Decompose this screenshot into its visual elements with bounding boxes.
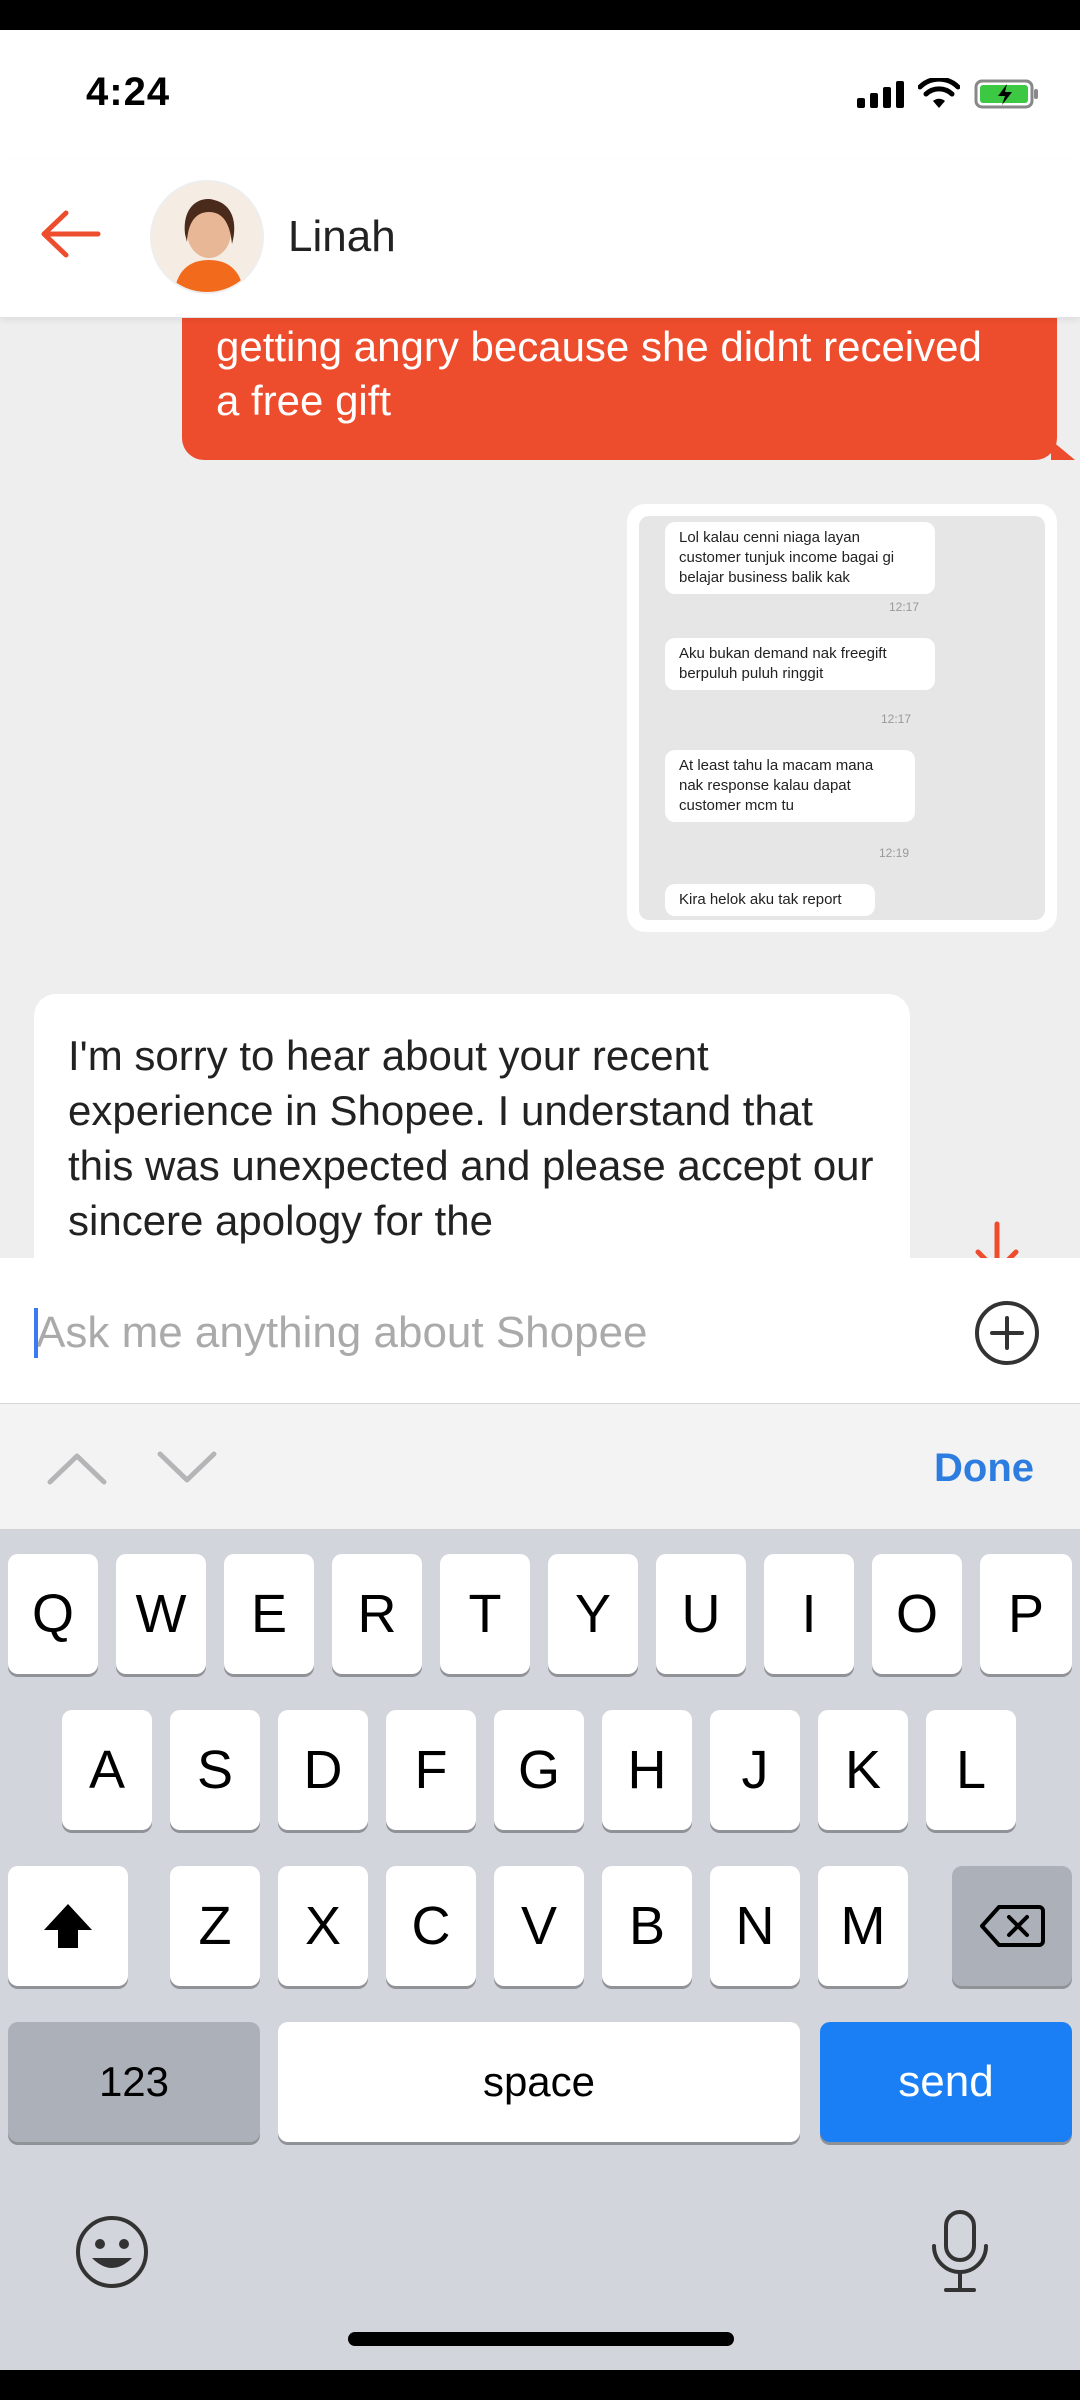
input-bar (0, 1258, 1080, 1404)
previous-field-button[interactable] (44, 1444, 110, 1492)
outgoing-message-text: getting angry because she didnt received… (216, 323, 982, 424)
key-u[interactable]: U (656, 1554, 746, 1674)
wifi-icon (918, 78, 960, 108)
add-attachment-button[interactable] (972, 1298, 1042, 1368)
screenshot-message: Kira helok aku tak report (665, 884, 875, 916)
key-f[interactable]: F (386, 1710, 476, 1830)
battery-icon (974, 79, 1038, 109)
status-icons (857, 78, 1040, 110)
chat-area[interactable]: getting angry because she didnt received… (0, 318, 1080, 1258)
key-b[interactable]: B (602, 1866, 692, 1986)
keyboard: Q W E R T Y U I O P A S D F G H J K L Z … (0, 1530, 1080, 2370)
key-o[interactable]: O (872, 1554, 962, 1674)
back-button[interactable] (34, 198, 106, 270)
key-a[interactable]: A (62, 1710, 152, 1830)
key-r[interactable]: R (332, 1554, 422, 1674)
scroll-down-arrow-icon (975, 1221, 1019, 1258)
key-z[interactable]: Z (170, 1866, 260, 1986)
send-key[interactable]: send (820, 2022, 1072, 2142)
screenshot-message: At least tahu la macam mana nak response… (665, 750, 915, 822)
screenshot-message: Aku bukan demand nak freegift berpuluh p… (665, 638, 935, 690)
key-e[interactable]: E (224, 1554, 314, 1674)
next-field-button[interactable] (154, 1444, 220, 1492)
keyboard-accessory-bar: Done (0, 1404, 1080, 1530)
incoming-message-text: I'm sorry to hear about your recent expe… (68, 1032, 874, 1244)
backspace-key[interactable] (952, 1866, 1072, 1986)
signal-icon (857, 80, 904, 108)
back-arrow-icon (41, 210, 101, 258)
screenshot-time: 12:17 (881, 712, 912, 726)
microphone-icon (932, 2210, 988, 2292)
screenshot-time: 12:19 (879, 846, 910, 860)
status-time: 4:24 (86, 70, 171, 114)
message-input[interactable] (36, 1298, 916, 1368)
top-frame (0, 0, 1080, 30)
chevron-up-icon (47, 1453, 107, 1485)
key-t[interactable]: T (440, 1554, 530, 1674)
contact-name: Linah (288, 212, 396, 261)
chevron-down-icon (157, 1451, 217, 1483)
text-cursor (34, 1308, 38, 1358)
emoji-button[interactable] (72, 2212, 152, 2297)
avatar[interactable] (150, 180, 264, 294)
chat-header: Linah (0, 160, 1080, 318)
backspace-icon (980, 1905, 1045, 1947)
dictation-button[interactable] (920, 2206, 1000, 2301)
home-indicator[interactable] (348, 2332, 734, 2346)
shift-key[interactable] (8, 1866, 128, 1986)
space-key[interactable]: space (278, 2022, 800, 2142)
status-bar: 4:24 (0, 30, 1080, 160)
key-x[interactable]: X (278, 1866, 368, 1986)
scroll-down-button[interactable] (962, 1208, 1032, 1258)
screenshot-time: 12:17 (889, 600, 920, 614)
key-w[interactable]: W (116, 1554, 206, 1674)
key-v[interactable]: V (494, 1866, 584, 1986)
key-l[interactable]: L (926, 1710, 1016, 1830)
key-g[interactable]: G (494, 1710, 584, 1830)
screenshot-image: Lol kalau cenni niaga layan customer tun… (639, 516, 1045, 920)
key-q[interactable]: Q (8, 1554, 98, 1674)
emoji-icon (76, 2216, 148, 2288)
key-h[interactable]: H (602, 1710, 692, 1830)
screenshot-message: Lol kalau cenni niaga layan customer tun… (665, 522, 935, 594)
incoming-message[interactable]: I'm sorry to hear about your recent expe… (34, 994, 910, 1258)
key-s[interactable]: S (170, 1710, 260, 1830)
key-i[interactable]: I (764, 1554, 854, 1674)
key-m[interactable]: M (818, 1866, 908, 1986)
screenshot-image-message[interactable]: Lol kalau cenni niaga layan customer tun… (627, 504, 1057, 932)
agent-avatar-icon (152, 182, 262, 292)
done-button[interactable]: Done (934, 1446, 1034, 1491)
key-j[interactable]: J (710, 1710, 800, 1830)
add-circle-icon (975, 1301, 1039, 1365)
outgoing-message[interactable]: getting angry because she didnt received… (182, 318, 1075, 460)
shift-icon (44, 1904, 92, 1948)
key-k[interactable]: K (818, 1710, 908, 1830)
bottom-frame (0, 2370, 1080, 2400)
bubble-tail (1051, 440, 1075, 460)
numbers-key[interactable]: 123 (8, 2022, 260, 2142)
key-y[interactable]: Y (548, 1554, 638, 1674)
key-p[interactable]: P (980, 1554, 1072, 1674)
key-c[interactable]: C (386, 1866, 476, 1986)
key-n[interactable]: N (710, 1866, 800, 1986)
key-d[interactable]: D (278, 1710, 368, 1830)
